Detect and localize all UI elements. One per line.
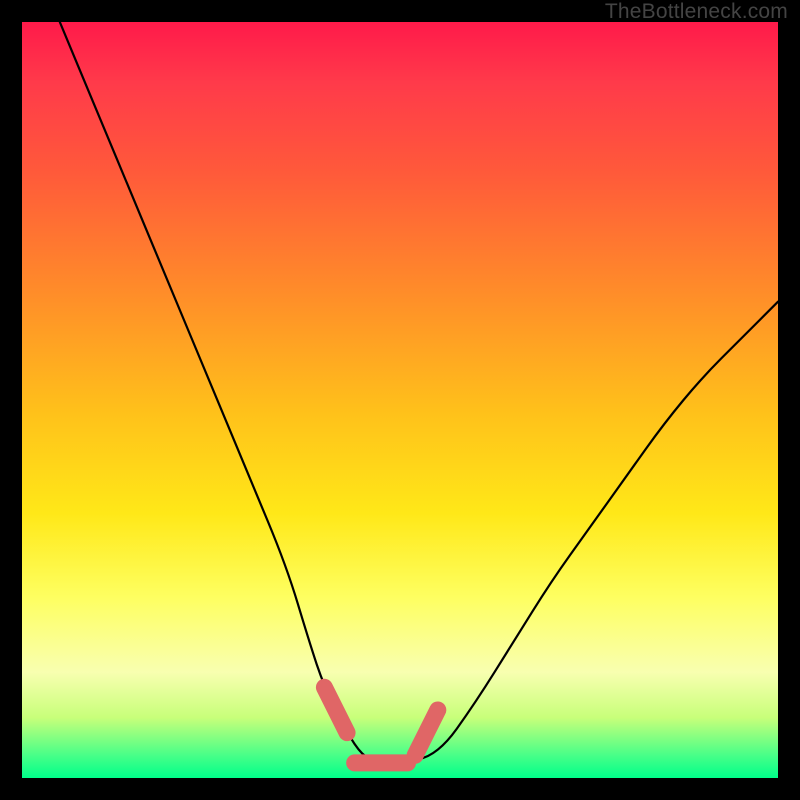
plot-area — [22, 22, 778, 778]
optimal-marker-group — [324, 687, 437, 763]
watermark-text: TheBottleneck.com — [605, 0, 788, 24]
chart-stage: TheBottleneck.com — [0, 0, 800, 800]
curve-svg — [22, 22, 778, 778]
optimal-marker-segment — [324, 687, 347, 732]
bottleneck-curve-path — [60, 22, 778, 763]
optimal-marker-segment — [415, 710, 438, 755]
